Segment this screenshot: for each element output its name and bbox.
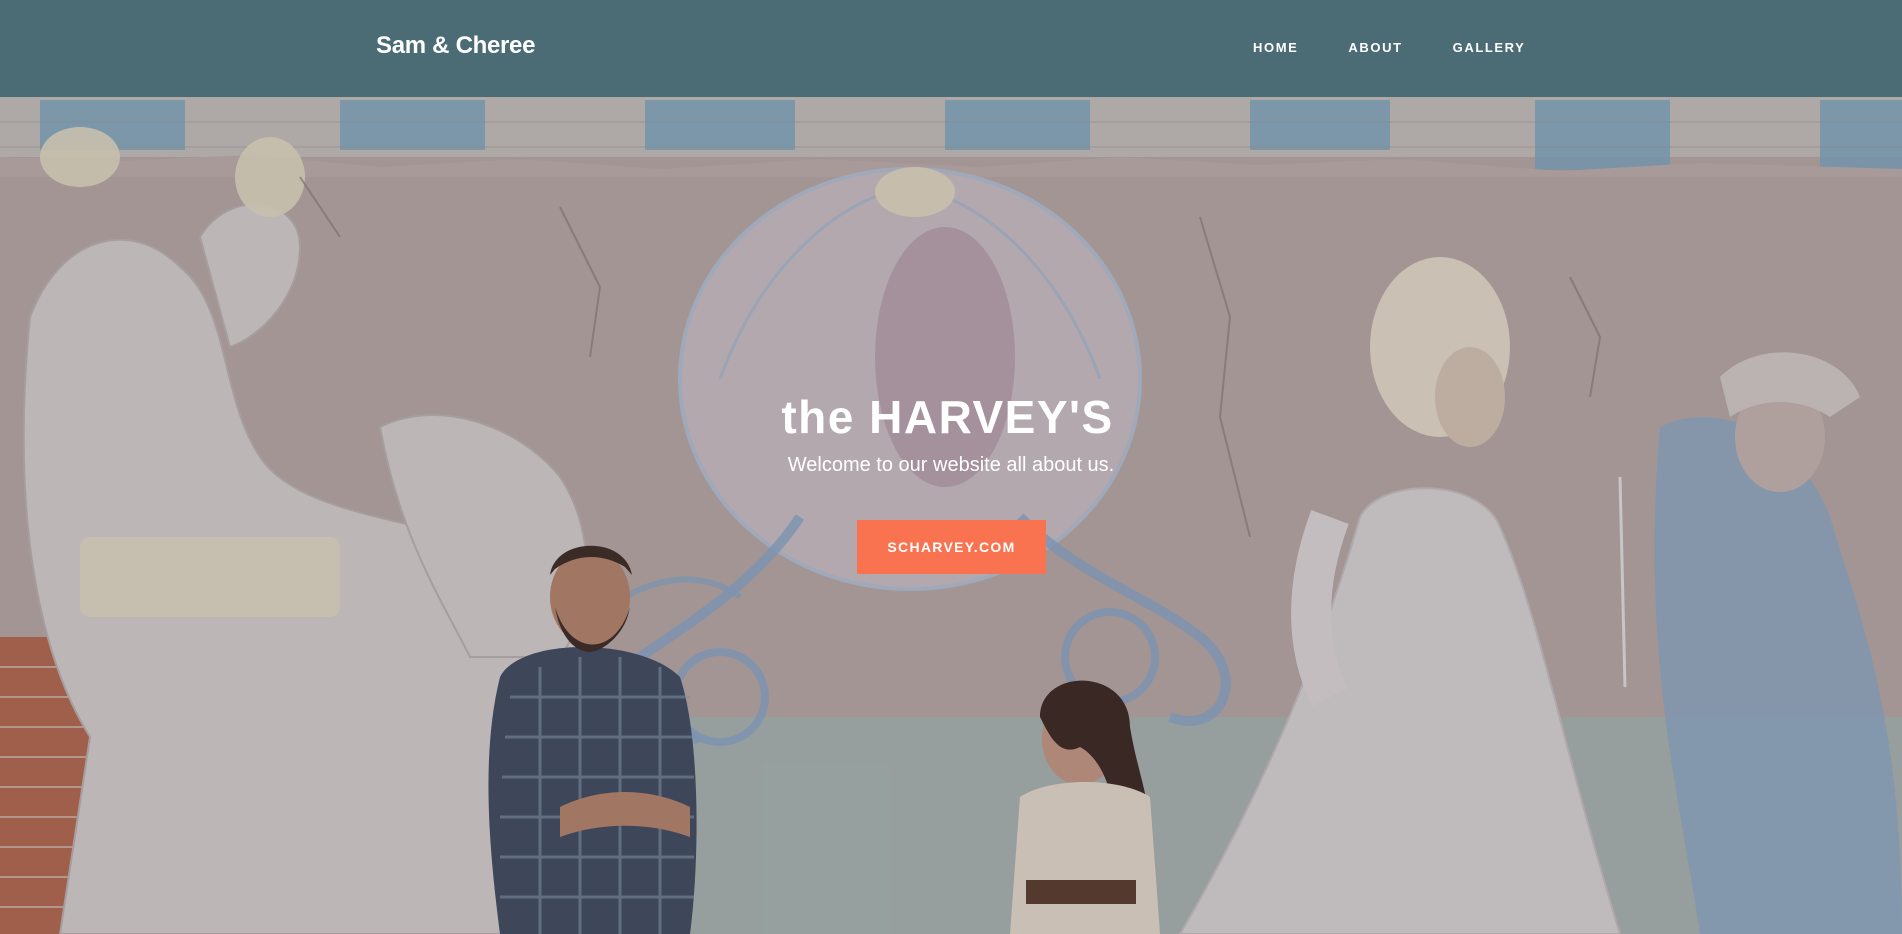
nav-gallery-link[interactable]: GALLERY (1453, 40, 1526, 55)
navbar: Sam & Cheree HOME ABOUT GALLERY (0, 0, 1902, 97)
page: Sam & Cheree HOME ABOUT GALLERY the HARV… (0, 0, 1902, 934)
hero-section: the HARVEY'S Welcome to our website all … (0, 97, 1902, 934)
nav-menu: HOME ABOUT GALLERY (1253, 40, 1575, 55)
nav-about-link[interactable]: ABOUT (1348, 40, 1402, 55)
nav-home-link[interactable]: HOME (1253, 40, 1298, 55)
hero-title: the HARVEY'S (781, 391, 1114, 443)
brand-link[interactable]: Sam & Cheree (376, 32, 535, 60)
website-button[interactable]: SCHARVEY.COM (857, 520, 1046, 574)
hero-content: the HARVEY'S Welcome to our website all … (0, 97, 1902, 934)
hero-subtitle: Welcome to our website all about us. (787, 454, 1115, 476)
